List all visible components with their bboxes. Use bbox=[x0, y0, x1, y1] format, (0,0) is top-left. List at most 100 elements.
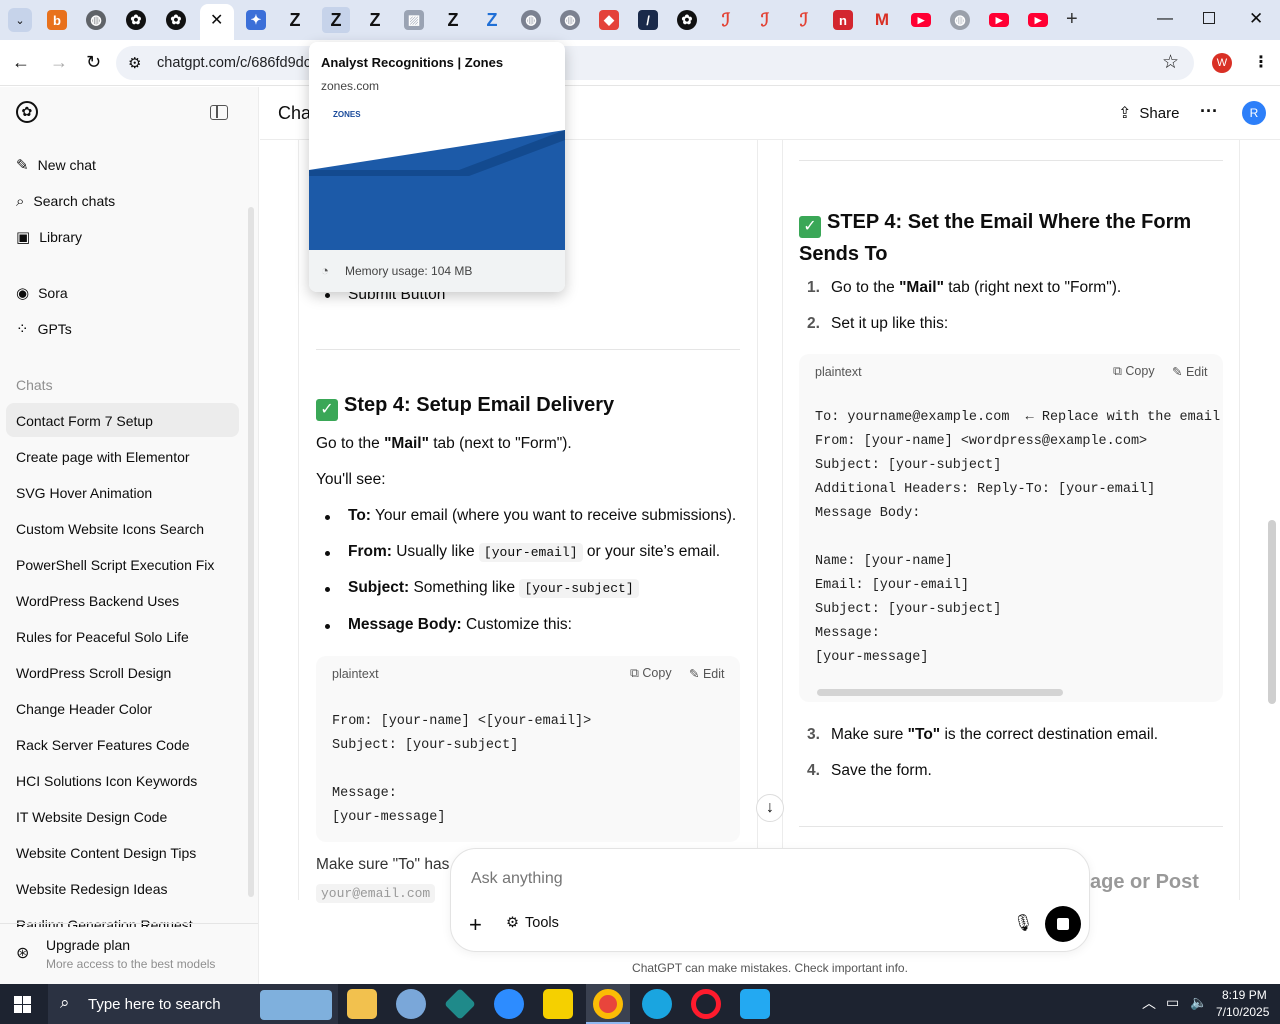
copy-code-button[interactable]: ⧉ Copy bbox=[1113, 364, 1155, 379]
bullet-text: Customize this: bbox=[461, 616, 572, 633]
tab-favicon-n-icon[interactable]: n bbox=[833, 10, 853, 30]
windows-start-icon[interactable] bbox=[14, 996, 31, 1013]
tab-favicon-chatgpt-icon[interactable]: ✿ bbox=[126, 10, 146, 30]
tab-favicon-bird-icon[interactable]: ✦ bbox=[246, 10, 266, 30]
tab-search-button[interactable]: ⌄ bbox=[8, 8, 32, 32]
system-tray-chevron-icon[interactable]: ︿ bbox=[1142, 993, 1156, 1013]
url-text[interactable]: chatgpt.com/c/686fd9dc bbox=[157, 55, 311, 71]
clock-date[interactable]: 7/10/2025 bbox=[1216, 1005, 1269, 1019]
gpts-button[interactable]: ⁘ GPTs bbox=[16, 319, 72, 339]
nav-label: Library bbox=[39, 229, 82, 245]
edge-icon[interactable] bbox=[642, 989, 672, 1019]
paint-icon[interactable] bbox=[396, 989, 426, 1019]
sora-button[interactable]: ◉ Sora bbox=[16, 283, 68, 303]
new-chat-button[interactable]: ✎ New chat bbox=[16, 155, 96, 175]
volume-icon[interactable]: 🔈 bbox=[1190, 994, 1207, 1011]
sidebar-chat-item[interactable]: WordPress Scroll Design bbox=[16, 665, 171, 681]
tools-button[interactable]: ⚙ Tools bbox=[506, 915, 559, 931]
profile-avatar[interactable]: W bbox=[1212, 53, 1232, 73]
tab-favicon-stroke-icon[interactable]: ℐ bbox=[794, 10, 814, 30]
tab-close-icon[interactable]: ✕ bbox=[210, 10, 223, 30]
tab-favicon-youtube-icon[interactable]: ▸ bbox=[1028, 12, 1048, 27]
sidebar-chat-item[interactable]: Website Redesign Ideas bbox=[16, 881, 168, 897]
sidebar-chat-item[interactable]: WordPress Backend Uses bbox=[16, 593, 179, 609]
copy-code-button[interactable]: ⧉ Copy bbox=[630, 666, 672, 681]
bullet-item: Subject: Something like [your-subject] bbox=[348, 579, 639, 598]
tab-favicon-stroke-icon[interactable]: ℐ bbox=[755, 10, 775, 30]
bullet-item: To: Your email (where you want to receiv… bbox=[348, 507, 736, 525]
toggle-sidebar-icon[interactable] bbox=[210, 105, 228, 120]
sidebar-chat-item[interactable]: Website Content Design Tips bbox=[16, 845, 196, 861]
zoom-icon[interactable] bbox=[494, 989, 524, 1019]
back-icon[interactable]: ← bbox=[12, 52, 30, 73]
tab-favicon-stroke-icon[interactable]: ℐ bbox=[716, 10, 736, 30]
sidebar-chat-item[interactable]: Rack Server Features Code bbox=[16, 737, 190, 753]
upgrade-plan-button[interactable]: ⊛ Upgrade plan More access to the best m… bbox=[16, 937, 246, 977]
reload-icon[interactable]: ↻ bbox=[86, 52, 101, 73]
share-button[interactable]: ⇪ Share bbox=[1118, 103, 1179, 123]
window-close-icon[interactable]: ✕ bbox=[1249, 9, 1263, 29]
copy-label: Copy bbox=[1125, 364, 1155, 378]
minimize-icon[interactable]: — bbox=[1157, 10, 1173, 28]
more-options-icon[interactable]: ··· bbox=[1200, 101, 1218, 122]
network-icon[interactable]: ▭ bbox=[1166, 994, 1179, 1011]
tab-favicon-globe-icon[interactable]: ◍ bbox=[521, 10, 541, 30]
bullet-dot bbox=[325, 551, 330, 556]
add-attachment-icon[interactable]: + bbox=[469, 912, 482, 938]
vscode-icon[interactable] bbox=[740, 989, 770, 1019]
scroll-down-button[interactable]: ↓ bbox=[756, 794, 784, 822]
main-scrollbar[interactable] bbox=[1268, 520, 1276, 704]
browser-menu-icon[interactable]: ⋮ bbox=[1253, 52, 1269, 72]
sidebar-chat-item[interactable]: Custom Website Icons Search bbox=[16, 521, 204, 537]
tab-favicon-image-icon[interactable]: ▨ bbox=[404, 10, 424, 30]
tab-favicon-slash-icon[interactable]: / bbox=[638, 10, 658, 30]
code-horizontal-scrollbar[interactable] bbox=[817, 689, 1063, 696]
opera-icon[interactable] bbox=[691, 989, 721, 1019]
chrome-icon[interactable] bbox=[593, 989, 623, 1019]
sidebar-chat-item[interactable]: Change Header Color bbox=[16, 701, 152, 717]
new-tab-plus-icon[interactable]: + bbox=[1066, 8, 1078, 31]
file-explorer-icon[interactable] bbox=[347, 989, 377, 1019]
tab-favicon-zones-icon[interactable]: Z bbox=[285, 10, 305, 30]
tab-favicon-youtube-icon[interactable]: ▸ bbox=[989, 12, 1009, 27]
tab-favicon-blogger-icon[interactable]: b bbox=[47, 10, 67, 30]
prompt-input[interactable] bbox=[471, 867, 1031, 891]
sticky-notes-icon[interactable] bbox=[543, 989, 573, 1019]
tab-favicon-zones-icon[interactable]: Z bbox=[443, 10, 463, 30]
restore-icon[interactable] bbox=[1203, 12, 1215, 24]
sidebar-chat-item[interactable]: SVG Hover Animation bbox=[16, 485, 152, 501]
sidebar-chat-item[interactable]: Create page with Elementor bbox=[16, 449, 190, 465]
tab-favicon-chatgpt-icon[interactable]: ✿ bbox=[677, 10, 697, 30]
chat-model-title[interactable]: Cha bbox=[278, 103, 311, 124]
clock-time[interactable]: 8:19 PM bbox=[1222, 988, 1267, 1002]
edit-code-button[interactable]: ✎ Edit bbox=[689, 666, 725, 681]
sidebar-scrollbar[interactable] bbox=[248, 207, 254, 897]
library-button[interactable]: ▣ Library bbox=[16, 227, 82, 247]
tab-favicon-youtube-icon[interactable]: ▸ bbox=[911, 12, 931, 27]
tab-favicon-globe-icon[interactable]: ◍ bbox=[950, 10, 970, 30]
tab-favicon-zones-icon[interactable]: Z bbox=[365, 10, 385, 30]
openai-logo-icon[interactable]: ✿ bbox=[16, 101, 38, 123]
tab-favicon-zoom-icon[interactable]: Z bbox=[482, 10, 502, 30]
stop-generating-button[interactable] bbox=[1045, 906, 1081, 942]
microphone-icon[interactable]: 🎙 bbox=[1013, 913, 1033, 933]
sidebar-chat-item[interactable]: HCI Solutions Icon Keywords bbox=[16, 773, 197, 789]
tab-favicon-gmail-icon[interactable]: M bbox=[872, 10, 892, 30]
tab-favicon-tag-icon[interactable]: ◆ bbox=[599, 10, 619, 30]
sidebar-chat-item[interactable]: IT Website Design Code bbox=[16, 809, 167, 825]
edit-code-button[interactable]: ✎ Edit bbox=[1172, 364, 1208, 379]
forward-icon[interactable]: → bbox=[50, 52, 68, 73]
tab-favicon-chatgpt-icon[interactable]: ✿ bbox=[166, 10, 186, 30]
tab-favicon-globe-icon[interactable]: ◍ bbox=[86, 10, 106, 30]
sidebar-chat-item[interactable]: PowerShell Script Execution Fix bbox=[16, 557, 214, 573]
user-avatar[interactable]: R bbox=[1242, 101, 1266, 125]
sidebar-chat-item[interactable]: Contact Form 7 Setup bbox=[16, 413, 153, 429]
site-settings-icon[interactable]: ⚙ bbox=[128, 54, 141, 72]
sidebar-chat-item[interactable]: Rules for Peaceful Solo Life bbox=[16, 629, 189, 645]
tab-favicon-globe-icon[interactable]: ◍ bbox=[560, 10, 580, 30]
sidebar-chat-item[interactable]: Rauling Generation Request bbox=[16, 917, 193, 927]
tab-favicon-zones-icon[interactable]: Z bbox=[322, 7, 350, 33]
bookmark-star-icon[interactable]: ☆ bbox=[1162, 51, 1179, 74]
search-chats-button[interactable]: ⌕ Search chats bbox=[16, 191, 115, 211]
taskbar-search-box[interactable]: ⌕ Type here to search bbox=[48, 984, 338, 1024]
